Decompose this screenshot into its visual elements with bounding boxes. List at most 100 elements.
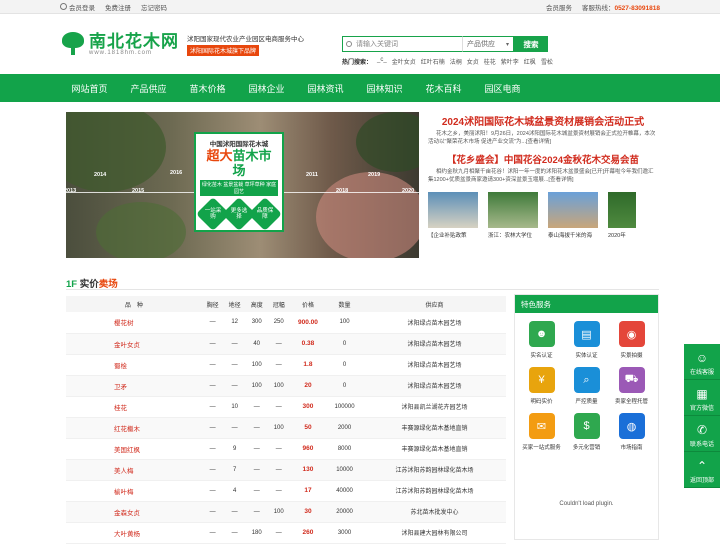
crown-cell: 100 — [267, 375, 290, 397]
quantity-cell: 0 — [326, 354, 363, 376]
table-row[interactable]: 金森女贞 — — —100 30 20000 苏北苗木批发中心 — [66, 501, 506, 523]
service-item[interactable]: $ 多元化营销 — [564, 413, 609, 451]
variety-link[interactable]: 卫矛 — [66, 375, 202, 397]
online-service-button[interactable]: ☺ 在线客服 — [684, 344, 720, 380]
nav-supply[interactable]: 产品供应 — [119, 82, 178, 95]
variety-link[interactable]: 榆叶梅 — [66, 480, 202, 502]
search-button[interactable]: 搜索 — [514, 36, 548, 52]
column-header: 地径 — [223, 296, 246, 312]
banner-year: 2016 — [170, 170, 183, 176]
hot-word[interactable]: 紫叶李 — [501, 57, 519, 66]
variety-link[interactable]: 蜀桧 — [66, 354, 202, 376]
quantity-cell: 100000 — [326, 396, 363, 418]
back-to-top-button[interactable]: ⌃ 返回顶部 — [684, 452, 720, 488]
news-thumb[interactable]: 【企业补贴政策 — [428, 192, 478, 239]
header: 南北花木网 www.1818hm.com 沭阳国家现代农业产业园区电商服务中心 … — [0, 14, 720, 74]
banner-carousel[interactable]: 2013 2014 2015 2016 2011 2018 2019 2020 … — [66, 112, 419, 258]
hot-word[interactable]: 红枫 — [524, 57, 536, 66]
headline-2-desc: 相约金秋九月相聚千亩花谷！沭阳一年一度的沭阳花木盆景盛会[已开]开幕啦今年我们邀… — [428, 169, 654, 183]
nav-home[interactable]: 网站首页 — [60, 82, 119, 95]
news-thumb[interactable]: 浙江：农林大学位 — [488, 192, 538, 239]
search-category-select[interactable]: 产品供应 ▾ — [462, 36, 514, 52]
dbh-cell: — — [201, 375, 224, 397]
hot-word[interactable]: 法桐 — [450, 57, 462, 66]
price-cell: 17 — [289, 480, 327, 502]
table-row[interactable]: 樱花树 —12 300 250 900.00 100 沭阳绿点苗木园艺场 — [66, 312, 506, 334]
supplier-cell: 江苏沭阳苏韵园林绿化苗木场 — [362, 459, 506, 481]
variety-link[interactable]: 红花檵木 — [66, 417, 202, 439]
news-thumb[interactable]: 泰山海拔千米的海 — [548, 192, 598, 239]
price-cell: 300 — [289, 396, 327, 418]
ground-diameter-cell: 12 — [223, 312, 246, 334]
headline-1[interactable]: 2024沭阳国际花木城盆景资材展销会活动正式 — [428, 113, 658, 128]
service-item[interactable]: ✉ 买家一站式服务 — [519, 413, 564, 451]
table-row[interactable]: 桂花 —10— —300 100000 沭阳县凯兰湖花卉园艺场 — [66, 396, 506, 418]
variety-link[interactable]: 美国红枫 — [66, 438, 202, 460]
nav-companies[interactable]: 园林企业 — [237, 82, 296, 95]
phone-button[interactable]: ✆ 联系电话 — [684, 416, 720, 452]
logo-title: 南北花木网 — [89, 31, 179, 51]
table-row[interactable]: 蜀桧 — —100—1.8 0 沭阳绿点苗木园艺场 — [66, 354, 506, 376]
crown-cell: — — [267, 354, 290, 376]
hot-word[interactable]: 女贞 — [467, 57, 479, 66]
wechat-button[interactable]: ▦ 官方微信 — [684, 380, 720, 416]
hot-word[interactable]: 红叶石楠 — [421, 57, 445, 66]
nav-ecommerce[interactable]: 园区电商 — [473, 82, 532, 95]
site-logo[interactable]: 南北花木网 www.1818hm.com — [60, 32, 179, 56]
nav-news[interactable]: 园林资讯 — [296, 82, 355, 95]
cart-icon: ⛟ — [618, 367, 645, 393]
service-label: 严控质量 — [575, 399, 598, 405]
ground-diameter-cell: — — [223, 354, 246, 376]
nav-knowledge[interactable]: 园林知识 — [355, 82, 414, 95]
variety-link[interactable]: 樱花树 — [66, 312, 202, 334]
table-row[interactable]: 金叶女贞 — —40—0.38 0 沭阳绿点苗木园艺场 — [66, 333, 506, 355]
service-label: 明码实价 — [530, 399, 553, 405]
register-link[interactable]: 免费注册 — [105, 2, 131, 12]
hot-word[interactable]: _c_ — [377, 57, 387, 66]
login-link[interactable]: 会员登录 — [60, 2, 95, 12]
service-item[interactable]: ▤ 实体认证 — [564, 321, 609, 359]
table-row[interactable]: 卫矛 — —100 100 20 0 沭阳绿点苗木园艺场 — [66, 375, 506, 397]
column-header: 供应商 — [362, 296, 506, 312]
user-icon — [60, 2, 67, 10]
table-row[interactable]: 榆叶梅 —4— —17 40000 江苏沭阳苏韵园林绿化苗木场 — [66, 480, 506, 502]
nav-encyclopedia[interactable]: 花木百科 — [414, 82, 473, 95]
column-header: 数量 — [326, 296, 363, 312]
table-row[interactable]: 红花檵木 — — —100 50 2000 丰赛源绿化苗木基地直销 — [66, 417, 506, 439]
service-item[interactable]: ⌕ 严控质量 — [564, 367, 609, 405]
building-icon: ▤ — [573, 321, 600, 347]
hot-word[interactable]: 金叶女贞 — [392, 57, 416, 66]
headline-2[interactable]: 【花乡盛会】中国花谷2024金秋花木交易会苗 — [428, 152, 658, 166]
service-item[interactable]: ⛟ 卖家全程托管 — [609, 367, 654, 405]
crown-cell: — — [267, 396, 290, 418]
floating-sidebar: ☺ 在线客服 ▦ 官方微信 ✆ 联系电话 ⌃ 返回顶部 — [684, 344, 720, 488]
ground-diameter-cell: — — [223, 417, 246, 439]
service-item[interactable]: ☻ 实名认证 — [519, 321, 564, 359]
variety-link[interactable]: 桂花 — [66, 396, 202, 418]
search-input[interactable]: 请输入关键词 — [342, 36, 462, 52]
service-item[interactable]: ◉ 实景拍摄 — [609, 321, 654, 359]
dbh-cell: — — [201, 480, 224, 502]
banner-year: 2019 — [368, 172, 381, 178]
main-nav: 网站首页 产品供应 苗木价格 园林企业 园林资讯 园林知识 花木百科 园区电商 — [0, 74, 720, 102]
ground-diameter-cell: 4 — [223, 480, 246, 502]
nav-prices[interactable]: 苗木价格 — [178, 82, 237, 95]
table-row[interactable]: 美人梅 —7— —130 10000 江苏沭阳苏韵园林绿化苗木场 — [66, 459, 506, 481]
variety-link[interactable]: 金叶女贞 — [66, 333, 202, 355]
member-service-link[interactable]: 会员服务 — [546, 2, 572, 12]
service-item[interactable]: ◍ 市场指南 — [609, 413, 654, 451]
ground-diameter-cell: — — [223, 375, 246, 397]
variety-link[interactable]: 美人梅 — [66, 459, 202, 481]
table-row[interactable]: 美国红枫 —9— —960 8000 丰赛源绿化苗木基地直销 — [66, 438, 506, 460]
hot-word[interactable]: 雪松 — [541, 57, 553, 66]
service-item[interactable]: ¥ 明码实价 — [519, 367, 564, 405]
hot-searches: 热门搜索： _c_ 金叶女贞 红叶石楠 法桐 女贞 桂花 紫叶李 红枫 雪松 — [342, 57, 553, 66]
news-thumb[interactable]: 2020年 — [608, 192, 636, 239]
hot-word[interactable]: 桂花 — [484, 57, 496, 66]
forgot-password-link[interactable]: 忘记密码 — [141, 2, 167, 12]
section-title: 1F 实价卖场 — [66, 279, 118, 290]
ground-diameter-cell: 7 — [223, 459, 246, 481]
quantity-cell: 2000 — [326, 417, 363, 439]
variety-link[interactable]: 金森女贞 — [66, 501, 202, 523]
crown-cell: — — [267, 480, 290, 502]
